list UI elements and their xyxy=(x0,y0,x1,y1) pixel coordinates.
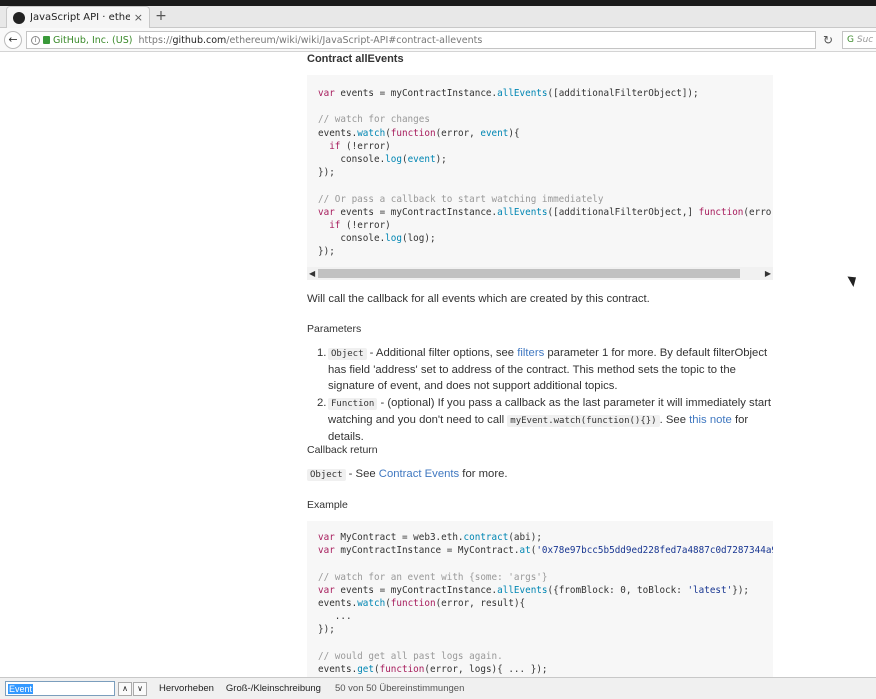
reload-button[interactable]: ↻ xyxy=(820,32,836,48)
callback-text: Object - See Contract Events for more. xyxy=(307,466,773,483)
list-item: 2. Function - (optional) If you pass a c… xyxy=(317,397,772,443)
browser-tab-active[interactable]: JavaScript API · ethereum/... × xyxy=(6,6,150,28)
inline-code: Object xyxy=(307,469,346,481)
code-text: var MyContract = web3.eth.contract(abi);… xyxy=(318,532,773,676)
match-case-toggle[interactable]: Groß-/Kleinschreibung xyxy=(226,683,321,694)
url-text: https://github.com/ethereum/wiki/wiki/Ja… xyxy=(138,34,483,46)
code-block-allevents: var events = myContractInstance.allEvent… xyxy=(307,75,773,267)
section-heading-allevents: Contract allEvents xyxy=(307,53,404,65)
scroll-right-icon[interactable]: ▶ xyxy=(765,267,771,280)
lock-icon xyxy=(43,36,50,44)
navigation-bar: ← i GitHub, Inc. (US) https://github.com… xyxy=(0,28,876,52)
tab-title: JavaScript API · ethereum/... xyxy=(30,12,130,23)
example-heading: Example xyxy=(307,499,348,511)
address-bar[interactable]: i GitHub, Inc. (US) https://github.com/e… xyxy=(26,31,816,49)
find-previous-button[interactable]: ∧ xyxy=(118,681,132,696)
find-status: 50 von 50 Übereinstimmungen xyxy=(334,683,465,694)
code-horizontal-scrollbar[interactable]: ◀ ▶ xyxy=(307,267,773,280)
reload-icon: ↻ xyxy=(822,33,834,47)
find-bar: Event ∧ ∨ Hervorheben Groß-/Kleinschreib… xyxy=(0,677,876,699)
new-tab-button[interactable]: + xyxy=(154,9,168,23)
this-note-link[interactable]: this note xyxy=(689,414,732,426)
inline-code: myEvent.watch(function(){}) xyxy=(507,415,660,427)
identity-badge[interactable]: GitHub, Inc. (US) xyxy=(53,35,132,46)
tab-bar: JavaScript API · ethereum/... × + xyxy=(0,0,876,28)
contract-events-link[interactable]: Contract Events xyxy=(379,468,459,480)
inline-code: Object xyxy=(328,348,367,360)
find-next-button[interactable]: ∨ xyxy=(133,681,147,696)
inline-code: Function xyxy=(328,398,378,410)
parameters-heading: Parameters xyxy=(307,323,362,335)
list-item: 1. Object - Additional filter options, s… xyxy=(317,347,768,392)
highlight-all-toggle[interactable]: Hervorheben xyxy=(159,683,214,694)
scrollbar-thumb[interactable] xyxy=(318,269,740,278)
page-content: Contract allEvents var events = myContra… xyxy=(0,52,876,677)
find-input[interactable]: Event xyxy=(5,681,115,696)
tab-close-icon[interactable]: × xyxy=(134,11,143,24)
search-engine-icon: G xyxy=(847,35,854,45)
callback-heading: Callback return xyxy=(307,444,378,456)
filters-link[interactable]: filters xyxy=(517,347,544,359)
github-icon xyxy=(13,11,25,24)
arrow-left-icon: ← xyxy=(8,33,18,46)
scroll-left-icon[interactable]: ◀ xyxy=(309,267,315,280)
parameters-list: 1. Object - Additional filter options, s… xyxy=(307,345,773,446)
back-button[interactable]: ← xyxy=(4,31,22,49)
code-text: var events = myContractInstance.allEvent… xyxy=(318,88,773,258)
info-icon[interactable]: i xyxy=(31,35,40,45)
code-block-example: var MyContract = web3.eth.contract(abi);… xyxy=(307,521,773,677)
intro-text: Will call the callback for all events wh… xyxy=(307,293,650,305)
search-box[interactable]: G Suc xyxy=(842,31,876,49)
